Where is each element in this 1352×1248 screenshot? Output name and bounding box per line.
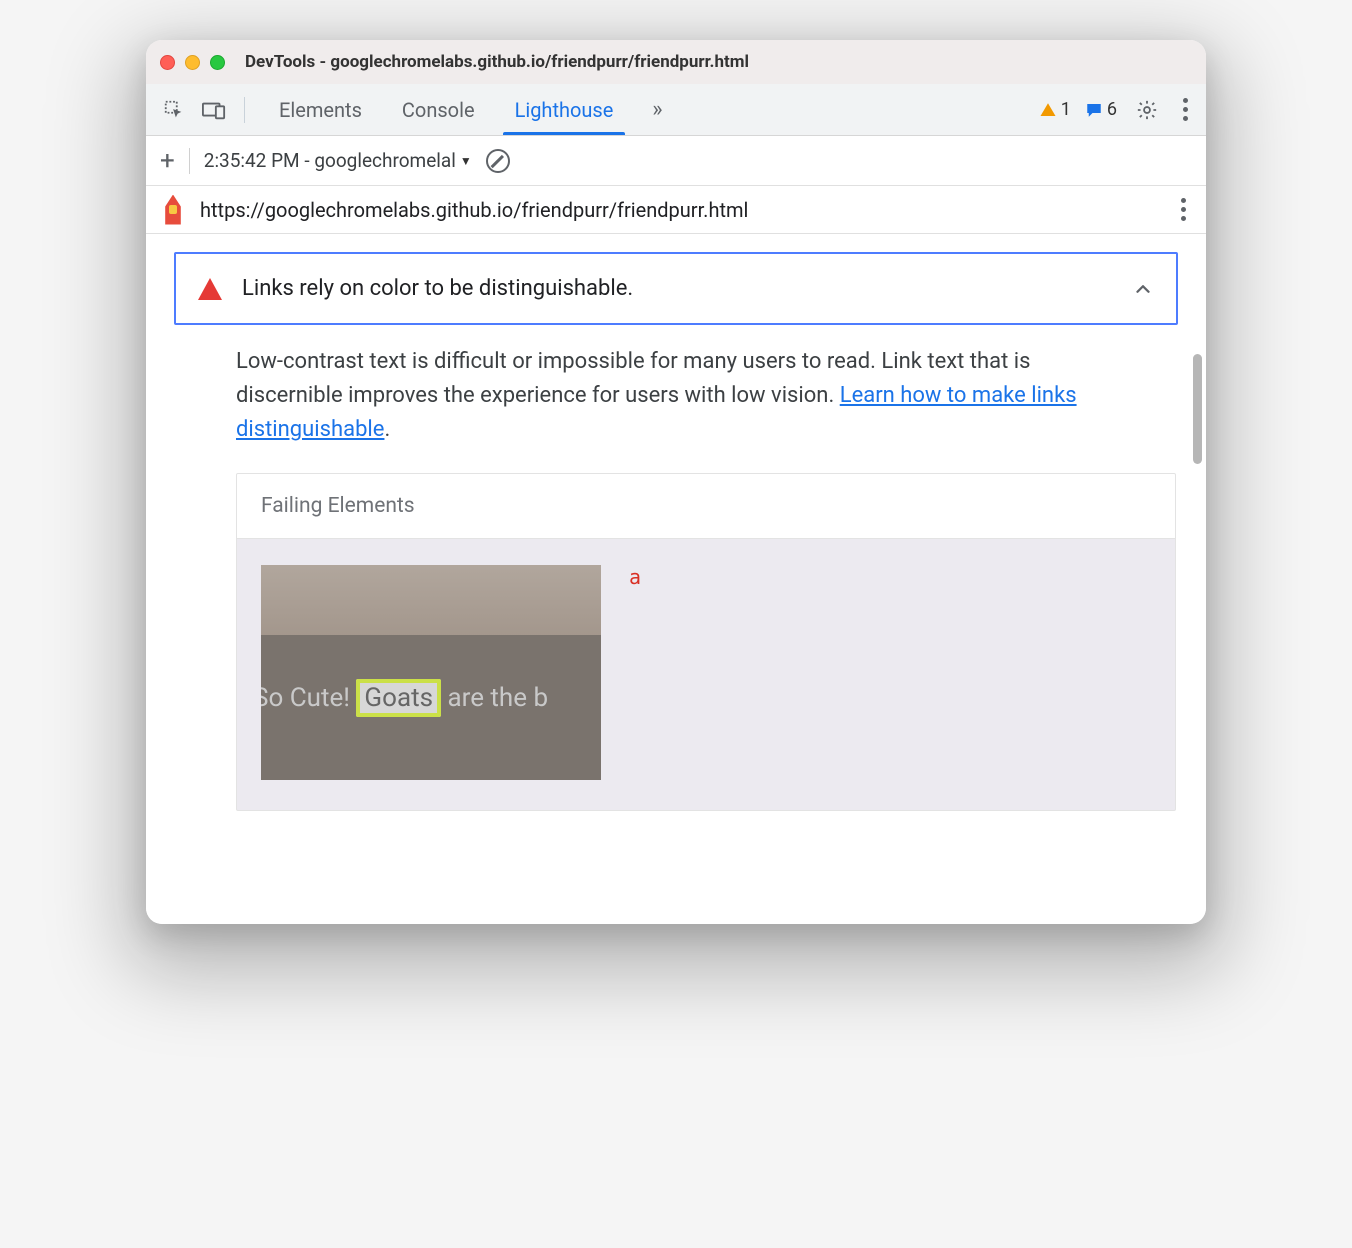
dropdown-caret-icon: ▼ xyxy=(460,154,472,168)
failing-elements-section: Failing Elements So Cute! Goats are the … xyxy=(236,473,1176,811)
main-toolbar: Elements Console Lighthouse » 1 6 xyxy=(146,84,1206,136)
minimize-window-button[interactable] xyxy=(185,55,200,70)
toolbar-divider xyxy=(244,97,245,123)
audit-header[interactable]: Links rely on color to be distinguishabl… xyxy=(174,252,1178,325)
tab-elements[interactable]: Elements xyxy=(259,84,382,135)
titlebar: DevTools - googlechromelabs.github.io/fr… xyxy=(146,40,1206,84)
thumb-pre: So Cute! xyxy=(261,683,356,713)
warning-icon xyxy=(1039,101,1057,119)
element-tag-name[interactable]: a xyxy=(629,565,641,589)
lighthouse-subbar: + 2:35:42 PM - googlechromelal ▼ xyxy=(146,136,1206,186)
thumb-post: are the b xyxy=(441,683,548,713)
more-tabs-icon[interactable]: » xyxy=(641,94,673,126)
error-triangle-icon xyxy=(198,278,222,300)
main-menu-icon[interactable] xyxy=(1177,92,1194,127)
warnings-count: 1 xyxy=(1061,99,1071,120)
messages-counter[interactable]: 6 xyxy=(1085,99,1117,120)
thumbnail-highlight: Goats xyxy=(356,679,441,717)
tab-lighthouse[interactable]: Lighthouse xyxy=(495,84,634,135)
element-screenshot-thumbnail[interactable]: So Cute! Goats are the b xyxy=(261,565,601,780)
window-title: DevTools - googlechromelabs.github.io/fr… xyxy=(245,52,749,72)
messages-count: 6 xyxy=(1107,99,1117,120)
scrollbar-thumb[interactable] xyxy=(1193,354,1202,464)
thumbnail-bg-top xyxy=(261,565,601,635)
audit-title: Links rely on color to be distinguishabl… xyxy=(242,276,1112,301)
devtools-window: DevTools - googlechromelabs.github.io/fr… xyxy=(146,40,1206,924)
chevron-up-icon xyxy=(1132,278,1154,300)
device-toolbar-icon[interactable] xyxy=(198,94,230,126)
maximize-window-button[interactable] xyxy=(210,55,225,70)
report-menu-icon[interactable] xyxy=(1175,192,1192,227)
warnings-counter[interactable]: 1 xyxy=(1039,99,1071,120)
thumbnail-text: So Cute! Goats are the b xyxy=(261,683,601,713)
audit-desc-post: . xyxy=(384,417,390,442)
audit-description: Low-contrast text is difficult or imposs… xyxy=(236,345,1096,447)
settings-icon[interactable] xyxy=(1131,94,1163,126)
message-icon xyxy=(1085,101,1103,119)
report-url-row: https://googlechromelabs.github.io/frien… xyxy=(146,186,1206,234)
window-controls xyxy=(160,55,225,70)
subbar-divider xyxy=(189,148,190,174)
new-report-button[interactable]: + xyxy=(160,146,175,176)
panel-tabs: Elements Console Lighthouse xyxy=(259,84,633,135)
report-selector-label: 2:35:42 PM - googlechromelal xyxy=(204,149,456,172)
close-window-button[interactable] xyxy=(160,55,175,70)
failing-elements-heading: Failing Elements xyxy=(237,474,1175,539)
failing-elements-body: So Cute! Goats are the b a xyxy=(237,539,1175,810)
clear-report-icon[interactable] xyxy=(486,149,510,173)
report-url: https://googlechromelabs.github.io/frien… xyxy=(200,198,1161,222)
inspect-element-icon[interactable] xyxy=(158,94,190,126)
report-content: Links rely on color to be distinguishabl… xyxy=(146,234,1206,924)
toolbar-right: 1 6 xyxy=(1039,92,1194,127)
report-selector[interactable]: 2:35:42 PM - googlechromelal ▼ xyxy=(204,149,472,172)
tab-console[interactable]: Console xyxy=(382,84,495,135)
lighthouse-logo-icon xyxy=(160,195,186,225)
